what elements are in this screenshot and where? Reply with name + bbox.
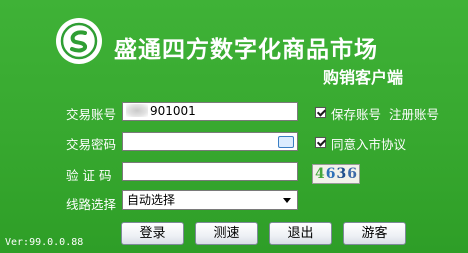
captcha-image[interactable]: 4636 bbox=[312, 164, 360, 184]
route-selected: 自动选择 bbox=[127, 193, 176, 207]
captcha-digit: 4 bbox=[315, 166, 326, 182]
speed-test-button[interactable]: 测速 bbox=[195, 222, 258, 245]
account-value: 901001 bbox=[150, 104, 196, 118]
captcha-digit: 6 bbox=[347, 166, 358, 182]
app-subtitle: 购销客户端 bbox=[323, 68, 404, 87]
captcha-label: 验 证 码 bbox=[66, 168, 112, 183]
agree-label[interactable]: 同意入市协议 bbox=[331, 134, 406, 153]
masked-prefix bbox=[126, 104, 148, 117]
exit-button[interactable]: 退出 bbox=[269, 222, 332, 245]
guest-button[interactable]: 游客 bbox=[343, 222, 406, 245]
chevron-down-icon[interactable] bbox=[283, 198, 291, 203]
app-title: 盛通四方数字化商品市场 bbox=[114, 37, 378, 63]
captcha-digit: 6 bbox=[325, 166, 337, 182]
password-label: 交易密码 bbox=[66, 137, 117, 152]
login-button[interactable]: 登录 bbox=[121, 222, 184, 245]
account-label: 交易账号 bbox=[66, 107, 117, 122]
password-input[interactable] bbox=[122, 132, 298, 151]
captcha-input[interactable] bbox=[122, 162, 298, 181]
save-account-checkbox[interactable] bbox=[315, 107, 326, 118]
register-link[interactable]: 注册账号 bbox=[389, 104, 439, 123]
keyboard-icon[interactable] bbox=[278, 136, 294, 148]
version-text: Ver:99.0.0.88 bbox=[5, 237, 84, 248]
account-input[interactable]: 901001 bbox=[122, 102, 298, 121]
save-account-label[interactable]: 保存账号 bbox=[331, 104, 381, 123]
agree-checkbox[interactable] bbox=[315, 137, 326, 148]
logo-icon bbox=[60, 22, 98, 60]
app-logo bbox=[56, 18, 102, 64]
route-select[interactable]: 自动选择 bbox=[122, 190, 298, 210]
captcha-digit: 3 bbox=[336, 166, 348, 182]
route-label: 线路选择 bbox=[66, 197, 117, 212]
